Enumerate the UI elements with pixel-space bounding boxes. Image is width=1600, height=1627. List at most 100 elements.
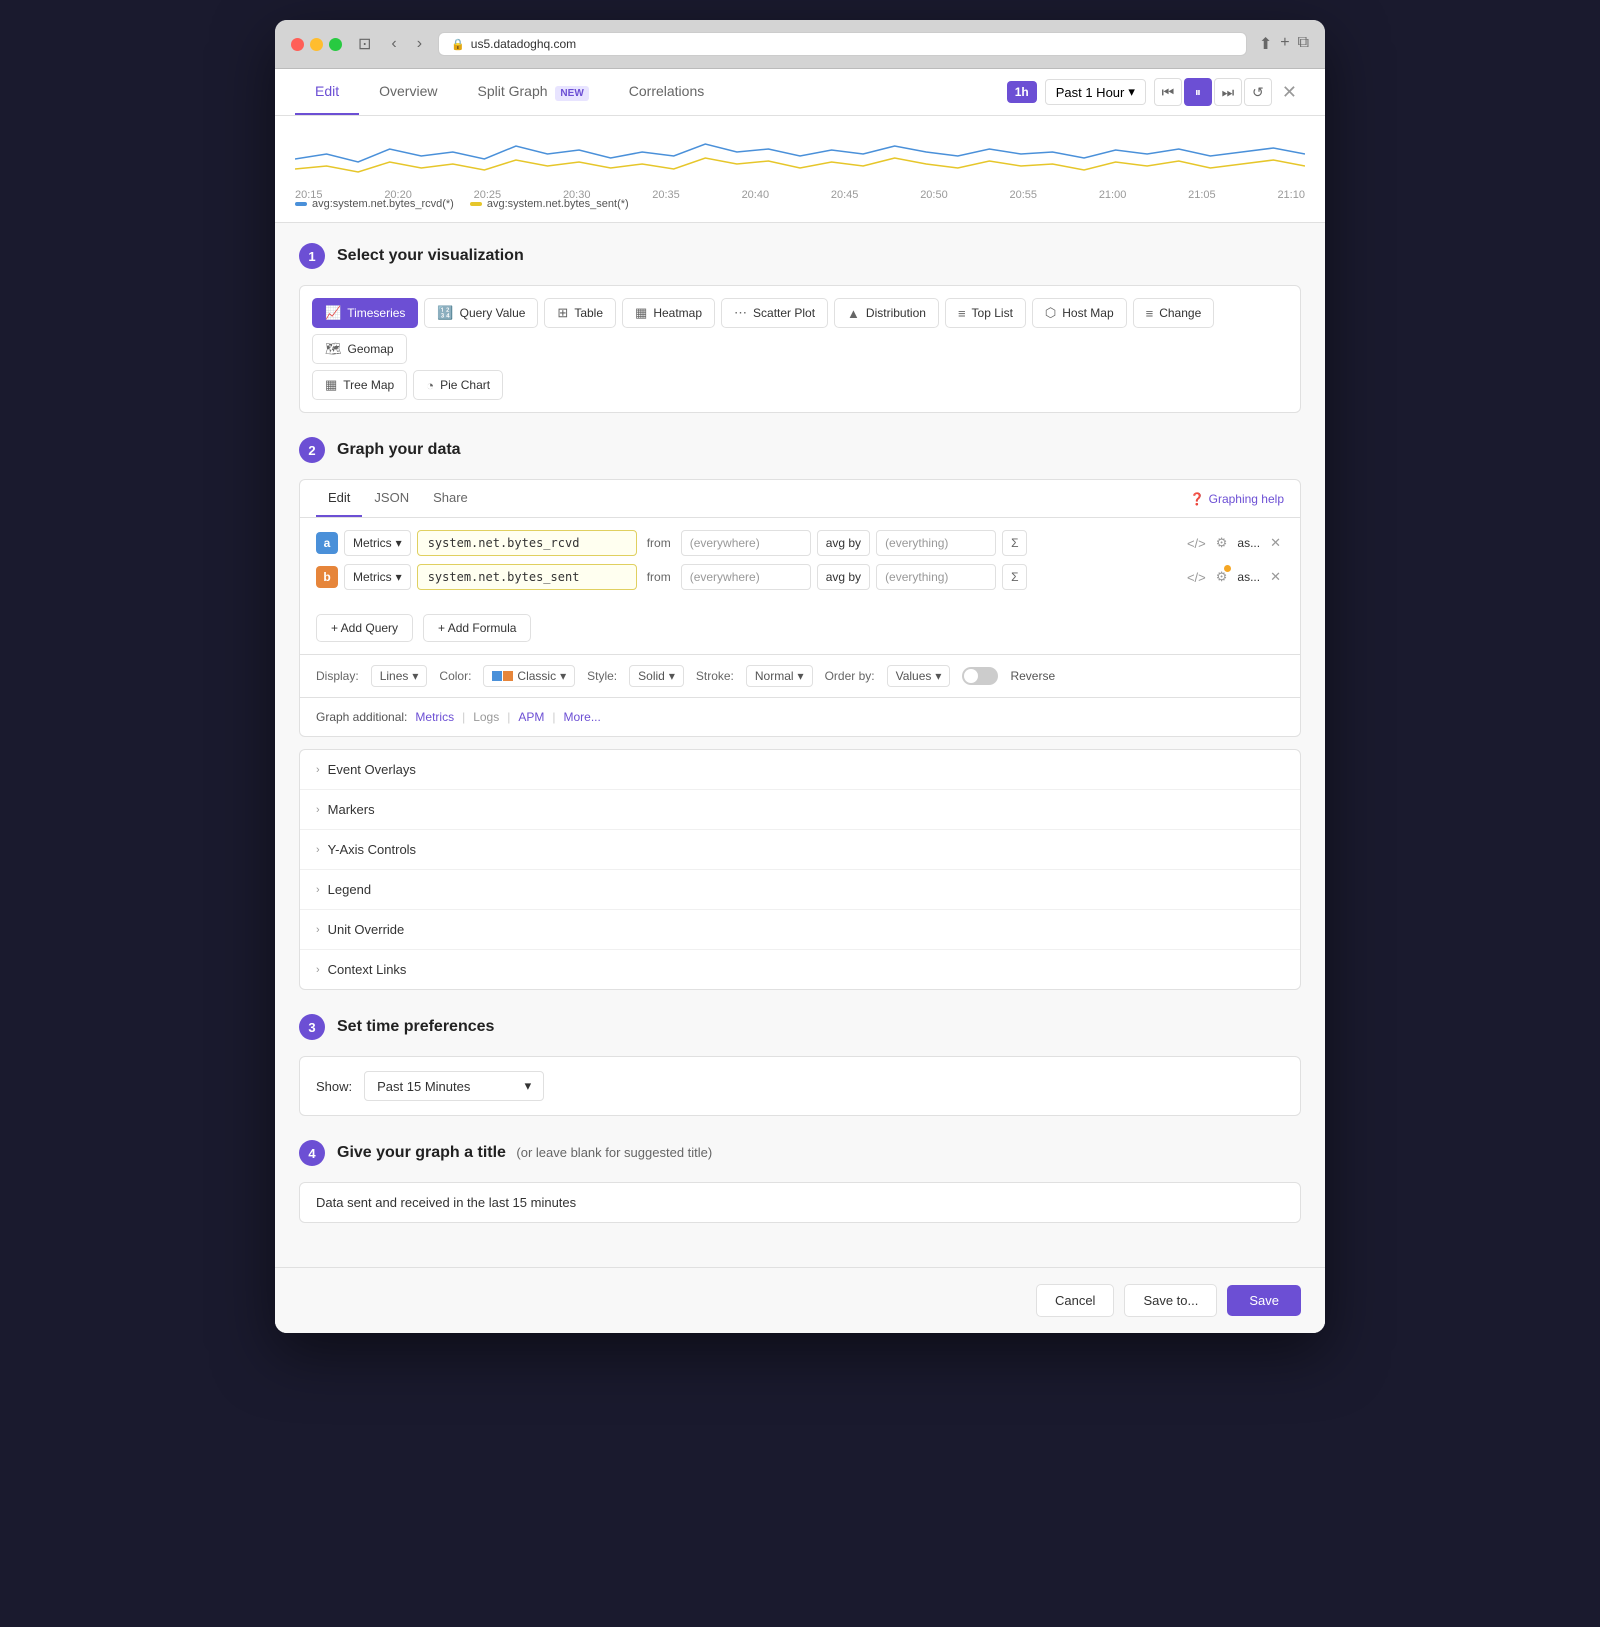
query-label-a: a [316,532,338,554]
query-groupby-a[interactable]: (everything) [876,530,996,556]
remove-query-b[interactable]: ✕ [1267,566,1284,588]
address-bar[interactable]: 🔒 us5.datadoghq.com [438,32,1247,56]
viz-heatmap[interactable]: ▦ Heatmap [622,298,715,328]
collapsible-context-links-label: Context Links [328,962,407,977]
query-from-a: from [643,536,675,550]
viz-scatter[interactable]: ⋯ Scatter Plot [721,298,828,328]
viz-tree-map[interactable]: ▦ Tree Map [312,370,407,400]
query-metric-b[interactable]: system.net.bytes_sent [417,564,637,590]
order-select[interactable]: Values ▾ [887,665,951,687]
collapsible-event-overlays[interactable]: › Event Overlays [300,750,1300,790]
settings-icon-a[interactable]: ⚙ [1213,532,1231,554]
modal-container: Edit Overview Split Graph NEW Correlatio… [275,69,1325,1333]
query-source-a[interactable]: Metrics ▾ [344,530,411,556]
query-tab-share[interactable]: Share [421,480,480,517]
query-metric-a[interactable]: system.net.bytes_rcvd [417,530,637,556]
forward-button[interactable]: › [413,33,426,55]
collapsible-markers[interactable]: › Markers [300,790,1300,830]
tab-correlations[interactable]: Correlations [609,69,724,115]
viz-host-map[interactable]: ⬡ Host Map [1032,298,1127,328]
viz-pie-chart[interactable]: ◔ Pie Chart [413,370,503,400]
scatter-icon: ⋯ [734,305,747,321]
save-to-button[interactable]: Save to... [1124,1284,1217,1317]
style-select[interactable]: Solid ▾ [629,665,684,687]
add-query-button[interactable]: + Add Query [316,614,413,642]
graphing-help-link[interactable]: ❓ Graphing help [1190,492,1284,506]
collapsible-unit-override[interactable]: › Unit Override [300,910,1300,950]
section4-subtitle: (or leave blank for suggested title) [516,1145,712,1160]
viz-distribution-label: Distribution [866,306,926,320]
display-type-select[interactable]: Lines ▾ [371,665,428,687]
code-icon-b[interactable]: </> [1184,567,1209,588]
fast-forward-button[interactable]: ⏭ [1214,78,1242,106]
viz-heatmap-label: Heatmap [653,306,702,320]
viz-geomap[interactable]: 🗺 Geomap [312,334,407,364]
collapsible-legend[interactable]: › Legend [300,870,1300,910]
pause-button[interactable]: ⏸ [1184,78,1212,106]
viz-query-value-label: Query Value [460,306,526,320]
modal-header-right: 1h Past 1 Hour ▾ ⏮ ⏸ ⏭ ↺ ✕ [1007,78,1305,107]
query-sigma-a[interactable]: Σ [1002,530,1027,556]
graph-additional-more[interactable]: More... [564,710,601,724]
query-tab-json[interactable]: JSON [362,480,421,517]
geomap-icon: 🗺 [325,341,342,357]
section-visualization: 1 Select your visualization 📈 Timeseries… [299,243,1301,413]
save-button[interactable]: Save [1227,1285,1301,1316]
query-filter-b[interactable]: (everywhere) [681,564,811,590]
time-show-select[interactable]: Past 15 Minutes ▾ [364,1071,544,1101]
graph-title-input[interactable] [300,1183,1300,1222]
time-badge[interactable]: 1h [1007,81,1037,103]
modal-footer: Cancel Save to... Save [275,1267,1325,1333]
query-filter-a[interactable]: (everywhere) [681,530,811,556]
as-button-a[interactable]: as... [1234,533,1263,553]
time-dropdown[interactable]: Past 1 Hour ▾ [1045,79,1146,105]
code-icon-a[interactable]: </> [1184,533,1209,554]
viz-timeseries[interactable]: 📈 Timeseries [312,298,418,328]
viz-change[interactable]: ≡ Change [1133,298,1215,328]
new-tab-icon[interactable]: + [1280,34,1289,54]
collapsible-context-links[interactable]: › Context Links [300,950,1300,989]
chart-area: 20:15 20:20 20:25 20:30 20:35 20:40 20:4… [275,116,1325,223]
modal-close-button[interactable]: ✕ [1274,78,1305,107]
graph-additional-apm[interactable]: APM [518,710,544,724]
tabs-icon[interactable]: ⧉ [1298,34,1309,54]
query-source-b[interactable]: Metrics ▾ [344,564,411,590]
query-tab-edit[interactable]: Edit [316,480,362,517]
minimize-traffic-light[interactable] [310,38,323,51]
refresh-button[interactable]: ↺ [1244,78,1272,106]
viz-top-list[interactable]: ≡ Top List [945,298,1026,328]
color-select[interactable]: Classic ▾ [483,665,575,687]
toggle-thumb [964,669,978,683]
viz-query-value[interactable]: 🔢 Query Value [424,298,538,328]
cancel-button[interactable]: Cancel [1036,1284,1114,1317]
graph-additional-metrics[interactable]: Metrics [415,710,454,724]
viz-distribution[interactable]: ▲ Distribution [834,298,939,328]
collapsible-y-axis[interactable]: › Y-Axis Controls [300,830,1300,870]
query-groupby-b[interactable]: (everything) [876,564,996,590]
collapsible-list: › Event Overlays › Markers › Y-Axis Cont… [299,749,1301,990]
tab-edit[interactable]: Edit [295,69,359,115]
add-formula-button[interactable]: + Add Formula [423,614,531,642]
rewind-button[interactable]: ⏮ [1154,78,1182,106]
remove-query-a[interactable]: ✕ [1267,532,1284,554]
sidebar-toggle-icon[interactable]: ⊡ [354,32,375,56]
reverse-toggle[interactable] [962,667,998,685]
as-button-b[interactable]: as... [1234,567,1263,587]
chevron-stroke-icon: ▾ [798,669,804,683]
query-sigma-b[interactable]: Σ [1002,564,1027,590]
viz-pie-chart-label: Pie Chart [440,378,490,392]
close-traffic-light[interactable] [291,38,304,51]
back-button[interactable]: ‹ [387,33,400,55]
graph-additional-label: Graph additional: [316,710,407,724]
stroke-select[interactable]: Normal ▾ [746,665,813,687]
share-icon[interactable]: ⬆ [1259,34,1272,54]
viz-grid: 📈 Timeseries 🔢 Query Value ⊞ Table ▦ Hea… [299,285,1301,413]
tab-split-graph[interactable]: Split Graph NEW [457,69,608,115]
chevron-source-a-icon: ▾ [396,536,402,550]
query-label-b: b [316,566,338,588]
tab-overview[interactable]: Overview [359,69,457,115]
fullscreen-traffic-light[interactable] [329,38,342,51]
viz-table[interactable]: ⊞ Table [544,298,616,328]
step2-badge: 2 [299,437,325,463]
legend-color-rcvd [295,202,307,206]
